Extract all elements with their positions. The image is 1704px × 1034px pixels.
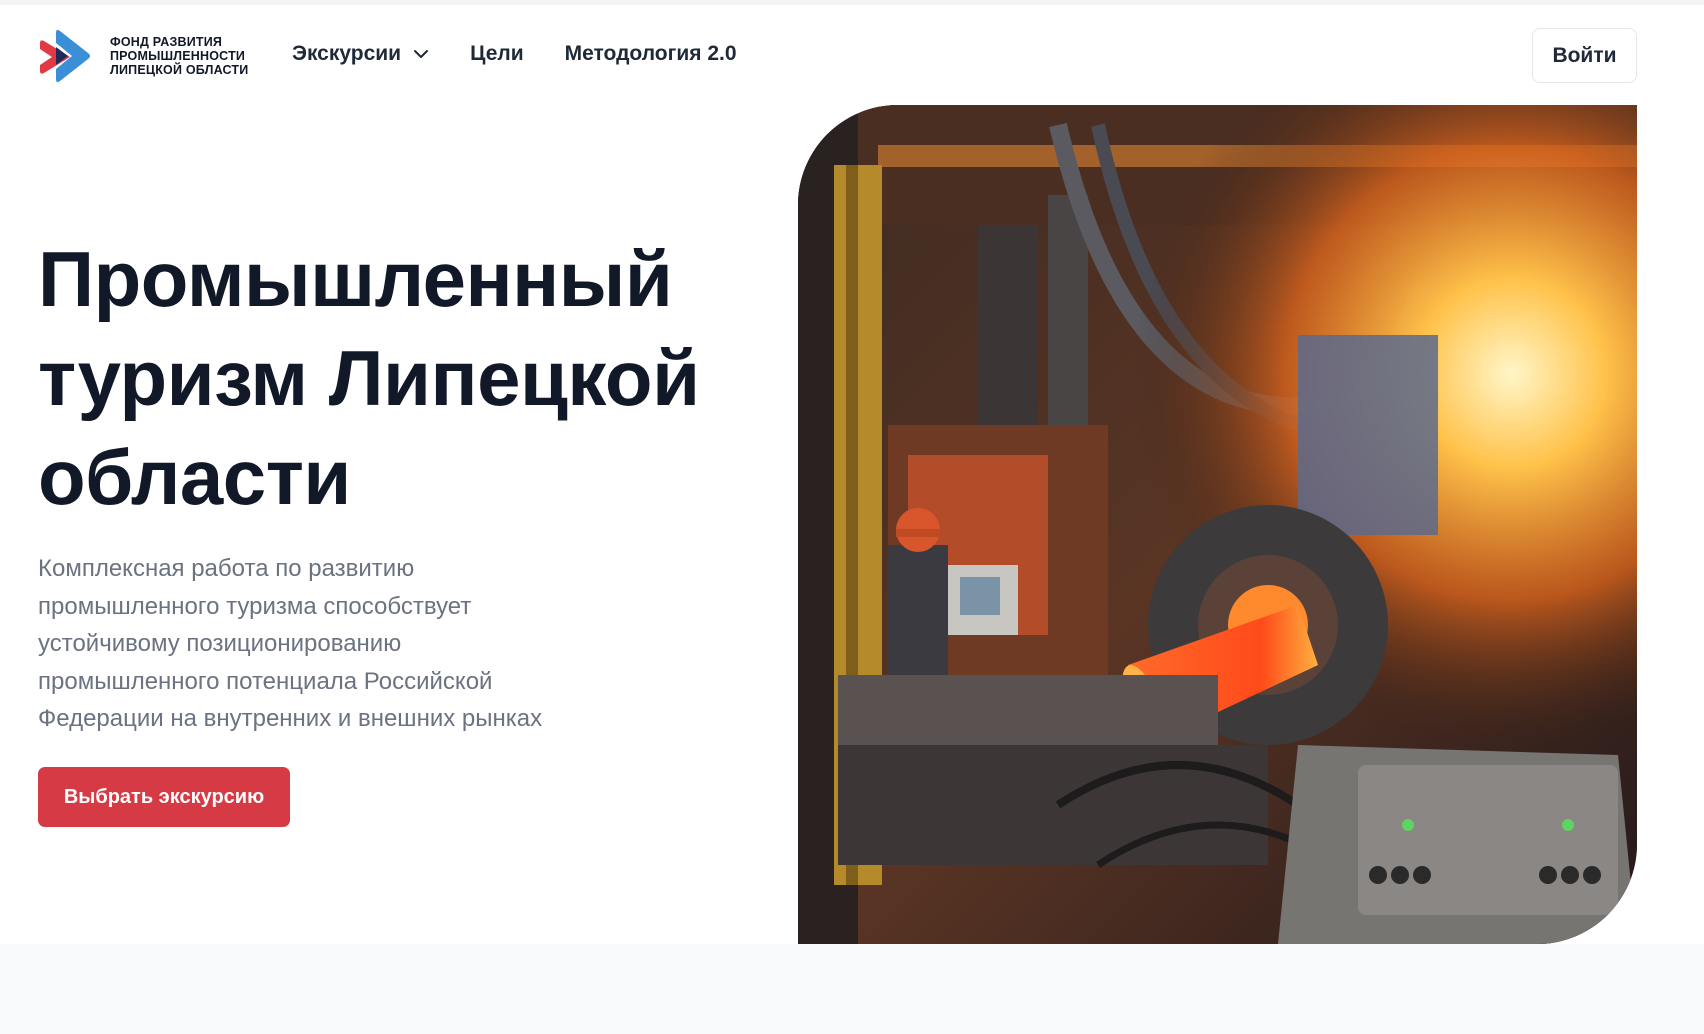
hero-title-line: области xyxy=(38,433,351,521)
hero-description-line: Комплексная работа по развитию xyxy=(38,555,415,582)
hero-title: Промышленный туризм Липецкой области xyxy=(38,230,738,527)
hero-description-line: устойчивому позиционированию xyxy=(38,630,402,657)
nav-item-goals[interactable]: Цели xyxy=(470,42,524,66)
steel-mill-illustration xyxy=(798,105,1637,944)
hero-description-line: промышленного туризма способствует xyxy=(38,592,472,620)
logo-line: ЛИПЕЦКОЙ ОБЛАСТИ xyxy=(110,63,249,77)
nav-item-methodology[interactable]: Методология 2.0 xyxy=(565,42,737,66)
hero-description: Комплексная работа по развитию промышлен… xyxy=(38,550,638,738)
hero-description-line: Федерации на внутренних и внешних рынках xyxy=(38,705,543,732)
nav-item-label: Методология 2.0 xyxy=(564,42,737,65)
hero-title-line: туризм Липецкой xyxy=(38,334,700,422)
logo-mark-icon xyxy=(40,29,90,83)
logo-line: ФОНД РАЗВИТИЯ xyxy=(110,35,223,49)
nav-item-label: Цели xyxy=(470,42,524,65)
choose-excursion-button[interactable]: Выбрать экскурсию xyxy=(38,767,290,827)
site-header: ФОНД РАЗВИТИЯ ПРОМЫШЛЕННОСТИ ЛИПЕЦКОЙ ОБ… xyxy=(0,5,1704,101)
logo-text: ФОНД РАЗВИТИЯ ПРОМЫШЛЕННОСТИ ЛИПЕЦКОЙ ОБ… xyxy=(110,35,248,77)
nav-item-excursions[interactable]: Экскурсии xyxy=(292,42,429,66)
hero-description-line: промышленного потенциала Российской xyxy=(38,667,493,695)
section-divider-band xyxy=(0,944,1704,1034)
logo-link[interactable]: ФОНД РАЗВИТИЯ ПРОМЫШЛЕННОСТИ ЛИПЕЦКОЙ ОБ… xyxy=(38,27,248,85)
main-nav: Экскурсии Цели Методология 2.0 xyxy=(292,42,778,66)
chevron-down-icon xyxy=(414,50,429,58)
login-button[interactable]: Войти xyxy=(1532,28,1637,83)
hero-title-line: Промышленный xyxy=(38,235,673,323)
nav-item-label: Экскурсии xyxy=(292,42,402,65)
logo-line: ПРОМЫШЛЕННОСТИ xyxy=(110,49,246,63)
hero-image xyxy=(798,105,1637,944)
